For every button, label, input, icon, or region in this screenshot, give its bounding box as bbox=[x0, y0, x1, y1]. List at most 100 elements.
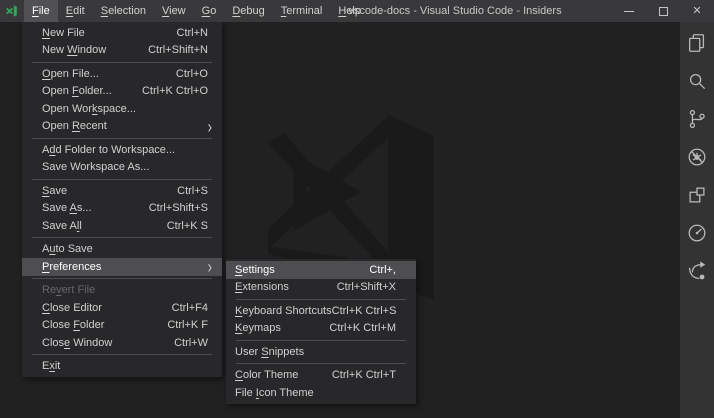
file-menu-item-exit[interactable]: Exit bbox=[22, 358, 222, 376]
preferences-item-keyboard-shortcuts[interactable]: Keyboard ShortcutsCtrl+K Ctrl+S bbox=[226, 302, 416, 320]
share-icon bbox=[686, 260, 708, 282]
menu-item-shortcut: Ctrl+O bbox=[176, 68, 214, 80]
file-menu-separator bbox=[32, 179, 212, 180]
menubar-selection[interactable]: Selection bbox=[93, 0, 154, 22]
menu-item-label: Open File... bbox=[42, 68, 99, 80]
menu-item-label: Close Folder bbox=[42, 319, 104, 331]
activity-bar-clock-icon[interactable] bbox=[680, 214, 714, 252]
menu-item-label: Preferences bbox=[42, 261, 101, 273]
activity-bar-debug-icon[interactable] bbox=[680, 138, 714, 176]
preferences-separator bbox=[236, 363, 406, 364]
file-menu-item-add-folder-to-workspace[interactable]: Add Folder to Workspace... bbox=[22, 141, 222, 159]
close-icon: ✕ bbox=[692, 6, 701, 17]
menu-item-label: Revert File bbox=[42, 284, 95, 296]
file-menu-item-close-editor[interactable]: Close Editor Ctrl+F4 bbox=[22, 299, 222, 317]
menu-item-shortcut: Ctrl+F4 bbox=[172, 302, 214, 314]
menu-item-label: Save All bbox=[42, 220, 82, 232]
file-menu: New File Ctrl+N New Window Ctrl+Shift+N Open… bbox=[22, 22, 222, 377]
file-menu-item-auto-save[interactable]: Auto Save bbox=[22, 241, 222, 259]
menu-item-label: File bbox=[32, 5, 50, 17]
menubar-view[interactable]: View bbox=[154, 0, 194, 22]
minimize-button[interactable] bbox=[612, 0, 646, 22]
preferences-item-extensions[interactable]: Extensions Ctrl+Shift+X bbox=[226, 279, 416, 297]
clock-icon bbox=[686, 222, 708, 244]
activity-bar-share-icon[interactable] bbox=[680, 252, 714, 290]
file-menu-item-close-folder[interactable]: Close Folder Ctrl+K F bbox=[22, 317, 222, 335]
file-menu-separator bbox=[32, 62, 212, 63]
preferences-item-keymaps[interactable]: KeymapsCtrl+K Ctrl+M bbox=[226, 320, 416, 338]
preferences-item-file-icon-theme[interactable]: File Icon Theme bbox=[226, 384, 416, 402]
menu-item-shortcut: Ctrl+Shift+N bbox=[148, 44, 214, 56]
vscode-insiders-logo-icon bbox=[0, 0, 24, 22]
preferences-item-user-snippets[interactable]: User Snippets bbox=[226, 343, 416, 361]
menu-item-shortcut: Ctrl+Shift+S bbox=[149, 202, 214, 214]
menu-item-label: Close Editor bbox=[42, 302, 102, 314]
menu-item-label: Keyboard Shortcuts bbox=[235, 305, 332, 317]
menu-item-label: Settings bbox=[235, 264, 275, 276]
menu-item-label: Open Workspace... bbox=[42, 103, 136, 115]
file-menu-item-save-all[interactable]: Save All Ctrl+K S bbox=[22, 217, 222, 235]
menubar-go[interactable]: Go bbox=[194, 0, 225, 22]
file-menu-separator bbox=[32, 278, 212, 279]
menubar-debug[interactable]: Debug bbox=[224, 0, 272, 22]
menu-item-shortcut: Ctrl+N bbox=[177, 27, 214, 39]
maximize-button[interactable] bbox=[646, 0, 680, 22]
preferences-item-color-theme[interactable]: Color ThemeCtrl+K Ctrl+T bbox=[226, 367, 416, 385]
titlebar: FileEditSelectionViewGoDebugTerminalHelp… bbox=[0, 0, 714, 22]
activity-bar-source-control-icon[interactable] bbox=[680, 100, 714, 138]
menubar-edit[interactable]: Edit bbox=[58, 0, 93, 22]
minimize-icon bbox=[624, 11, 634, 12]
search-icon bbox=[686, 70, 708, 92]
menubar: FileEditSelectionViewGoDebugTerminalHelp bbox=[24, 0, 369, 22]
menu-item-label: Save As... bbox=[42, 202, 92, 214]
menu-item-label: Save bbox=[42, 185, 67, 197]
file-menu-item-open-file[interactable]: Open File... Ctrl+O bbox=[22, 65, 222, 83]
extensions-icon bbox=[686, 184, 708, 206]
menu-item-label: New File bbox=[42, 27, 85, 39]
menubar-terminal[interactable]: Terminal bbox=[273, 0, 331, 22]
submenu-arrow-icon: › bbox=[208, 117, 214, 135]
menu-item-shortcut: Ctrl+Shift+X bbox=[337, 281, 408, 293]
menu-item-shortcut: Ctrl+S bbox=[177, 185, 214, 197]
preferences-item-settings[interactable]: Settings Ctrl+, bbox=[226, 261, 416, 279]
window-controls: ✕ bbox=[612, 0, 714, 22]
menu-item-label: New Window bbox=[42, 44, 106, 56]
menu-item-shortcut: Ctrl+, bbox=[369, 264, 408, 276]
menu-item-label: Extensions bbox=[235, 281, 289, 293]
menu-item-label: Exit bbox=[42, 360, 60, 372]
file-menu-item-close-window[interactable]: Close WindowCtrl+W bbox=[22, 334, 222, 352]
file-menu-item-open-recent[interactable]: Open Recent› bbox=[22, 118, 222, 136]
preferences-separator bbox=[236, 299, 406, 300]
file-menu-item-open-folder[interactable]: Open Folder...Ctrl+K Ctrl+O bbox=[22, 83, 222, 101]
menu-item-label: Close Window bbox=[42, 337, 112, 349]
menu-item-label: Add Folder to Workspace... bbox=[42, 144, 175, 156]
menu-item-label: Save Workspace As... bbox=[42, 161, 149, 173]
source-control-icon bbox=[686, 108, 708, 130]
menu-item-shortcut: Ctrl+K F bbox=[167, 319, 214, 331]
window-title: vscode-docs - Visual Studio Code - Insid… bbox=[348, 0, 561, 22]
menu-item-label: Go bbox=[202, 5, 217, 17]
file-menu-item-open-workspace[interactable]: Open Workspace... bbox=[22, 100, 222, 118]
file-menu-item-save[interactable]: Save Ctrl+S bbox=[22, 182, 222, 200]
file-menu-item-save-as[interactable]: Save As... Ctrl+Shift+S bbox=[22, 200, 222, 218]
menubar-file[interactable]: File bbox=[24, 0, 58, 22]
file-menu-separator bbox=[32, 138, 212, 139]
menu-item-label: Edit bbox=[66, 5, 85, 17]
menu-item-label: View bbox=[162, 5, 186, 17]
activity-bar-explorer-icon[interactable] bbox=[680, 24, 714, 62]
menu-item-label: Debug bbox=[232, 5, 264, 17]
close-button[interactable]: ✕ bbox=[680, 0, 714, 22]
menu-item-label: Terminal bbox=[281, 5, 323, 17]
file-menu-item-new-window[interactable]: New Window Ctrl+Shift+N bbox=[22, 42, 222, 60]
activity-bar-extensions-icon[interactable] bbox=[680, 176, 714, 214]
activity-bar-search-icon[interactable] bbox=[680, 62, 714, 100]
maximize-icon bbox=[659, 7, 668, 16]
menu-item-shortcut: Ctrl+K S bbox=[167, 220, 214, 232]
file-menu-item-save-workspace-as[interactable]: Save Workspace As... bbox=[22, 159, 222, 177]
file-menu-item-new-file[interactable]: New File Ctrl+N bbox=[22, 24, 222, 42]
menu-item-label: Keymaps bbox=[235, 322, 281, 334]
submenu-arrow-icon: › bbox=[208, 258, 214, 276]
file-menu-item-preferences[interactable]: Preferences › bbox=[22, 258, 222, 276]
menu-item-label: Selection bbox=[101, 5, 146, 17]
menu-item-shortcut: Ctrl+K Ctrl+T bbox=[332, 369, 408, 381]
